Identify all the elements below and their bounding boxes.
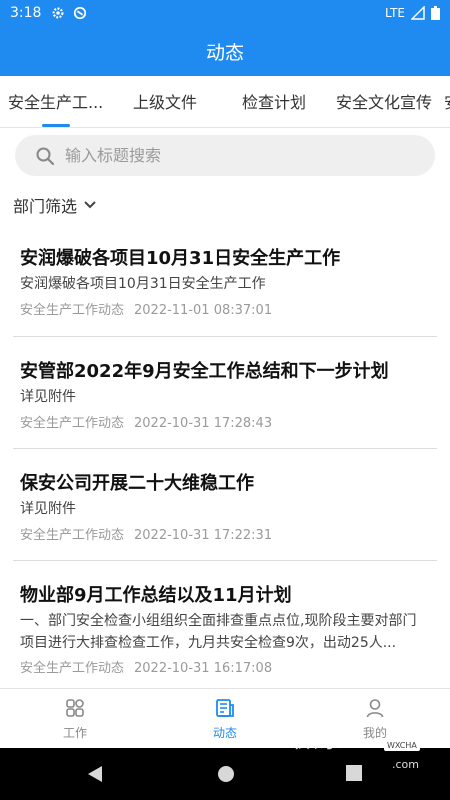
article-meta: 安全生产工作动态 2022-11-01 08:37:01: [20, 299, 272, 318]
page-title: 动态: [205, 41, 244, 64]
back-icon[interactable]: [86, 764, 104, 784]
nav-label-news: 动态: [212, 725, 237, 740]
article-list: 安润爆破各项目10月31日安全生产工作 安润爆破各项目10月31日安全生产工作 …: [0, 226, 450, 688]
watermark-url: .com: [392, 758, 419, 771]
search-icon: [36, 147, 55, 165]
nav-item-work[interactable]: 工作: [0, 689, 150, 749]
tab-safety-culture[interactable]: 安全文化宣传: [336, 76, 432, 127]
tab-more[interactable]: 安: [444, 76, 450, 127]
article-title: 保安公司开展二十大维稳工作: [20, 473, 254, 494]
filter-label: 部门筛选: [13, 197, 78, 216]
article-summary: 一、部门安全检查小组组织全面排查重点点位,现阶段主要对部门项目进行大排查检查工作…: [20, 613, 417, 651]
article-summary: 详见附件: [20, 389, 76, 405]
article-category: 安全生产工作动态: [20, 303, 125, 318]
chevron-down-icon: [84, 201, 96, 209]
article-summary: 安润爆破各项目10月31日安全生产工作: [20, 276, 266, 292]
settings-icon: [52, 7, 64, 19]
nav-label-work: 工作: [62, 725, 87, 740]
battery-icon: [431, 6, 440, 20]
article-category: 安全生产工作动态: [20, 661, 125, 676]
list-item[interactable]: 物业部9月工作总结以及11月计划 一、部门安全检查小组组织全面排查重点点位,现阶…: [0, 561, 450, 688]
nav-item-news[interactable]: 动态: [150, 689, 300, 749]
article-date: 2022-10-31 17:22:31: [134, 528, 273, 543]
list-item[interactable]: 安润爆破各项目10月31日安全生产工作 安润爆破各项目10月31日安全生产工作 …: [0, 226, 450, 337]
watermark-logo: 微茶 WXCHA .com: [292, 718, 432, 778]
search-bar: [15, 135, 435, 176]
article-title: 安管部2022年9月安全工作总结和下一步计划: [20, 361, 389, 382]
active-tab-indicator: [42, 124, 70, 127]
status-bar: 3:18 LTE: [0, 0, 450, 26]
app-bar: 动态: [0, 26, 450, 76]
article-title: 物业部9月工作总结以及11月计划: [20, 585, 292, 606]
article-title: 安润爆破各项目10月31日安全生产工作: [20, 248, 341, 269]
data-saver-icon: [74, 6, 87, 20]
home-icon[interactable]: [216, 764, 236, 784]
article-summary: 详见附件: [20, 501, 76, 517]
list-item[interactable]: 保安公司开展二十大维稳工作 详见附件 安全生产工作动态 2022-10-31 17…: [0, 449, 450, 561]
article-meta: 安全生产工作动态 2022-10-31 17:22:31: [20, 524, 272, 543]
tab-superior-documents[interactable]: 上级文件: [133, 76, 197, 127]
article-meta: 安全生产工作动态 2022-10-31 16:17:08: [20, 657, 272, 676]
article-date: 2022-10-31 17:28:43: [134, 416, 273, 431]
category-tabs: 安全生产工... 上级文件 检查计划 安全文化宣传 安: [0, 76, 450, 128]
tab-inspection-plan[interactable]: 检查计划: [242, 76, 306, 127]
grid-icon: [66, 698, 84, 717]
tab-safety-production[interactable]: 安全生产工...: [8, 76, 103, 127]
network-type: LTE: [385, 6, 405, 20]
article-category: 安全生产工作动态: [20, 528, 125, 543]
signal-icon: [411, 6, 425, 20]
list-item[interactable]: 安管部2022年9月安全工作总结和下一步计划 详见附件 安全生产工作动态 2022…: [0, 337, 450, 449]
status-time: 3:18: [10, 5, 42, 21]
watermark-text: 微茶: [292, 724, 345, 754]
article-category: 安全生产工作动态: [20, 416, 125, 431]
person-icon: [366, 698, 384, 717]
department-filter[interactable]: 部门筛选: [13, 193, 97, 217]
article-date: 2022-10-31 16:17:08: [134, 661, 273, 676]
article-date: 2022-11-01 08:37:01: [134, 303, 273, 318]
watermark-badge: WXCHA: [384, 740, 420, 751]
news-icon: [216, 698, 234, 717]
search-input[interactable]: [65, 146, 405, 165]
article-meta: 安全生产工作动态 2022-10-31 17:28:43: [20, 412, 272, 431]
